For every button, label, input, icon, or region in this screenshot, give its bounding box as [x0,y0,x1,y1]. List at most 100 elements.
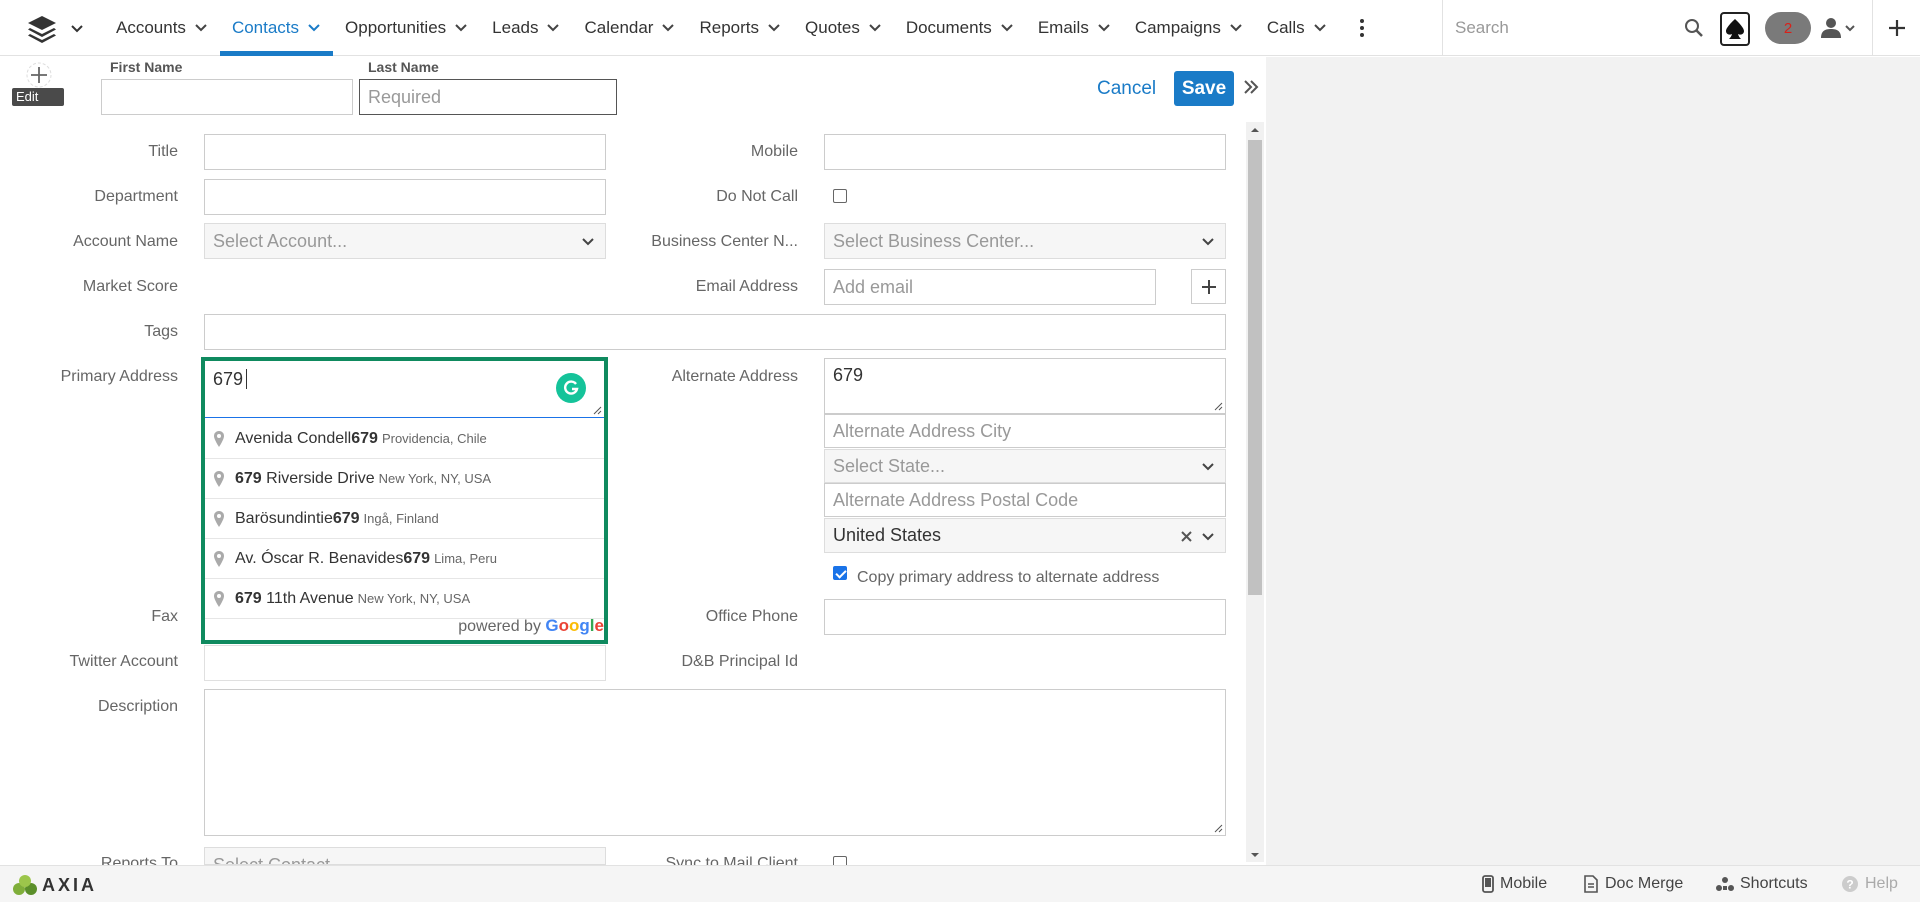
form-scrollbar-thumb[interactable] [1248,140,1262,595]
suggestion-post: Riverside Drive [261,469,375,487]
address-suggestion[interactable]: Av. Óscar R. Benavides 679 Lima, Peru [205,539,604,579]
department-field[interactable] [204,179,606,215]
title-label: Title [148,143,178,160]
nav-tab-calendar[interactable]: Calendar [572,0,687,56]
first-name-field[interactable] [101,79,353,115]
help-icon: ? [1842,876,1858,892]
chevron-down-icon[interactable] [1000,21,1014,35]
address-suggestion[interactable]: 679 Riverside Drive New York, NY, USA [205,459,604,499]
suggestion-post: 11th Avenue [261,589,354,607]
email-field[interactable]: Add email [824,269,1156,305]
search-icon[interactable] [1684,18,1704,38]
avatar-edit[interactable]: Edit [12,58,66,108]
resize-grip-icon[interactable] [1213,401,1223,411]
clear-icon[interactable] [1180,530,1193,543]
footer-shortcuts-link[interactable]: Shortcuts [1716,875,1808,893]
footer-mobile-link[interactable]: Mobile [1482,875,1547,893]
dnb-principal-id-label: D&B Principal Id [681,653,799,670]
suggestion-match: 679 [351,429,378,447]
nav-tab-campaigns[interactable]: Campaigns [1123,0,1255,56]
chevron-down-icon[interactable] [1313,21,1327,35]
nav-tab-contacts[interactable]: Contacts [219,0,334,56]
footer-brand-text: AXIA [42,874,98,895]
twitter-field[interactable] [204,645,606,681]
alternate-postal-field[interactable]: Alternate Address Postal Code [824,483,1226,517]
address-suggestion[interactable]: Barösundintie 679 Ingå, Finland [205,499,604,539]
nav-tab-emails[interactable]: Emails [1026,0,1123,56]
grammarly-icon[interactable] [556,373,586,403]
address-suggestions-list: Avenida Condell 679 Providencia, Chile 679… [205,419,604,619]
cancel-button[interactable]: Cancel [1097,78,1156,100]
alternate-country-select[interactable]: United States [824,518,1226,553]
side-panel [1266,57,1920,865]
chevron-down-icon[interactable] [194,21,208,35]
powered-by-text: powered by [458,618,541,635]
alternate-city-field[interactable]: Alternate Address City [824,414,1226,448]
chevron-down-icon[interactable] [546,21,560,35]
notification-badge[interactable]: 2 [1765,12,1811,44]
nav-tab-accounts[interactable]: Accounts [104,0,220,56]
copy-address-checkbox[interactable] [833,566,847,580]
resize-grip-icon[interactable] [1213,823,1223,833]
footer-brand[interactable]: AXIA [12,874,97,896]
footer-help-link[interactable]: ? Help [1841,875,1898,893]
nav-tab-calls[interactable]: Calls [1255,0,1339,56]
primary-address-street[interactable]: 679 [205,361,604,418]
reports-to-select[interactable]: Select Contact... [204,847,606,865]
footer-doc-merge-link[interactable]: Doc Merge [1583,875,1683,893]
quick-create-button[interactable] [1872,0,1920,56]
alternate-address-street[interactable]: 679 [824,358,1226,414]
add-email-button[interactable] [1191,269,1226,304]
resize-grip-icon[interactable] [592,405,602,415]
scroll-up-arrow-icon[interactable] [1248,124,1262,136]
search-input[interactable] [1453,17,1663,39]
shortcuts-icon [1716,877,1734,891]
chevron-down-icon[interactable] [1097,21,1111,35]
user-icon [1821,18,1841,38]
title-field[interactable] [204,134,606,170]
nav-tab-documents[interactable]: Documents [894,0,1026,56]
user-menu[interactable] [1820,14,1856,42]
account-select-placeholder: Select Account... [213,230,348,251]
tags-field[interactable] [204,314,1226,350]
layers-logo-icon [28,16,56,43]
address-suggestion[interactable]: 679 11th Avenue New York, NY, USA [205,579,604,619]
chevron-down-icon [1845,25,1855,32]
chevron-down-icon[interactable] [868,21,882,35]
footer-help-label: Help [1865,875,1898,892]
chevron-down-icon[interactable] [767,21,781,35]
alternate-state-select[interactable]: Select State... [824,449,1226,483]
business-center-select[interactable]: Select Business Center... [824,223,1226,259]
nav-tab-label: Calls [1266,18,1305,37]
account-select[interactable]: Select Account... [204,223,606,259]
nav-tab-quotes[interactable]: Quotes [793,0,894,56]
description-field[interactable] [204,689,1226,836]
do-not-call-checkbox[interactable] [833,189,847,203]
office-phone-field[interactable] [824,599,1226,635]
scroll-down-arrow-icon[interactable] [1248,849,1262,861]
address-suggestion[interactable]: Avenida Condell 679 Providencia, Chile [205,419,604,459]
alternate-country-value: United States [833,525,942,545]
last-name-field[interactable]: Required [359,79,617,115]
chevron-down-icon[interactable] [307,21,321,35]
map-pin-icon [214,550,224,567]
mobile-field[interactable] [824,134,1226,170]
nav-tab-opportunities[interactable]: Opportunities [333,0,480,56]
more-modules-button[interactable] [1352,14,1372,42]
nav-tab-leads[interactable]: Leads [480,0,572,56]
chevron-down-icon[interactable] [1229,21,1243,35]
sync-mail-client-checkbox[interactable] [833,856,847,865]
last-name-label: Last Name [368,59,439,75]
alternate-state-placeholder: Select State... [833,455,946,476]
chevron-down-icon[interactable] [661,21,675,35]
nav-tab-reports[interactable]: Reports [687,0,793,56]
map-pin-icon [214,510,224,527]
save-button[interactable]: Save [1174,71,1234,106]
app-logo-menu[interactable] [26,14,86,44]
nav-tab-label: Opportunities [345,18,447,37]
double-chevron-right-icon[interactable] [1242,78,1260,96]
primary-address-autocomplete: 679 Avenida Condell 679 Providencia, Chil… [201,357,608,644]
suggestion-match: 679 [403,549,431,567]
spade-icon[interactable] [1720,12,1750,46]
chevron-down-icon[interactable] [454,21,468,35]
